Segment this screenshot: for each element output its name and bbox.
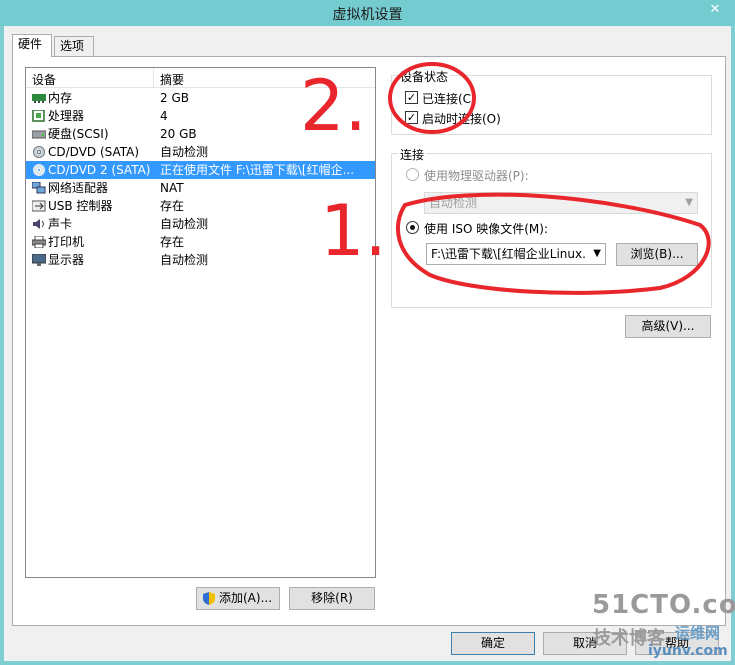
dialog-client: 硬件 选项 设备 摘要 内存 2 GB 处理器 4 硬盘(SCSI) 20 GB…	[4, 26, 731, 661]
column-device[interactable]: 设备	[32, 71, 56, 88]
list-header: 设备 摘要	[26, 68, 375, 88]
device-name: USB 控制器	[48, 199, 113, 213]
sound-card-icon	[33, 219, 44, 229]
device-name: 显示器	[48, 253, 85, 267]
physical-drive-radio[interactable]	[406, 168, 419, 181]
browse-button[interactable]: 浏览(B)...	[616, 243, 698, 266]
device-name: 内存	[48, 91, 73, 105]
iso-image-radio[interactable]	[406, 221, 419, 234]
chevron-down-icon: ▼	[593, 248, 601, 259]
network-adapter-icon	[32, 182, 46, 194]
device-summary: 20 GB	[160, 127, 197, 141]
usb-icon	[32, 200, 46, 212]
connection-title: 连接	[398, 146, 427, 163]
physical-drive-select[interactable]: 自动检测 ▼	[424, 192, 698, 214]
memory-icon	[32, 94, 46, 103]
add-button[interactable]: 添加(A)...	[196, 587, 280, 610]
connected-checkbox[interactable]: ✓	[405, 91, 418, 104]
device-row-cd-dvd[interactable]: CD/DVD (SATA) 自动检测	[26, 143, 375, 161]
device-row-network-adapter[interactable]: 网络适配器 NAT	[26, 179, 375, 197]
device-row-display[interactable]: 显示器 自动检测	[26, 251, 375, 269]
display-icon	[32, 254, 46, 266]
cd-dvd-icon	[33, 164, 45, 176]
physical-drive-label: 使用物理驱动器(P):	[424, 169, 529, 183]
title-bar: 虚拟机设置 ✕	[0, 0, 735, 26]
tab-options[interactable]: 选项	[54, 36, 94, 56]
device-summary: 4	[160, 109, 168, 123]
hard-disk-icon	[32, 130, 46, 139]
shield-icon	[203, 592, 215, 605]
column-summary[interactable]: 摘要	[160, 71, 184, 88]
device-row-sound-card[interactable]: 声卡 自动检测	[26, 215, 375, 233]
connected-label: 已连接(C)	[422, 92, 476, 106]
iso-image-path-select[interactable]: F:\迅雷下载\[红帽企业Linux. ▼	[426, 243, 606, 265]
hardware-panel: 设备 摘要 内存 2 GB 处理器 4 硬盘(SCSI) 20 GB CD/DV…	[12, 56, 726, 626]
chevron-down-icon: ▼	[685, 197, 693, 208]
window-title: 虚拟机设置	[332, 7, 403, 23]
ok-button[interactable]: 确定	[451, 632, 535, 655]
device-name: CD/DVD (SATA)	[48, 145, 140, 159]
device-status-title: 设备状态	[398, 68, 451, 85]
device-summary: 存在	[160, 235, 185, 249]
printer-icon	[32, 236, 46, 248]
iso-image-path-value: F:\迅雷下载\[红帽企业Linux.	[431, 247, 586, 261]
device-summary: 2 GB	[160, 91, 189, 105]
device-name: CD/DVD 2 (SATA)	[48, 163, 151, 177]
device-summary: 自动检测	[160, 253, 209, 267]
device-name: 打印机	[48, 235, 85, 249]
device-name: 处理器	[48, 109, 85, 123]
remove-button[interactable]: 移除(R)	[289, 587, 375, 610]
add-button-label: 添加(A)...	[219, 591, 273, 605]
physical-drive-value: 自动检测	[429, 196, 478, 210]
processor-icon	[32, 110, 45, 122]
device-row-usb[interactable]: USB 控制器 存在	[26, 197, 375, 215]
connect-at-power-on-label: 启动时连接(O)	[422, 112, 501, 126]
device-row-memory[interactable]: 内存 2 GB	[26, 89, 375, 107]
watermark-iyunv: iyunv.com	[648, 643, 728, 659]
advanced-button[interactable]: 高级(V)...	[625, 315, 711, 338]
device-summary: 自动检测	[160, 145, 209, 159]
device-summary: 自动检测	[160, 217, 209, 231]
connect-at-power-on-checkbox[interactable]: ✓	[405, 111, 418, 124]
device-name: 网络适配器	[48, 181, 109, 195]
device-name: 声卡	[48, 217, 73, 231]
device-summary: 正在使用文件 F:\迅雷下载\[红帽企...	[160, 163, 355, 177]
iso-image-label: 使用 ISO 映像文件(M):	[424, 222, 548, 236]
device-summary: 存在	[160, 199, 185, 213]
device-row-processor[interactable]: 处理器 4	[26, 107, 375, 125]
device-summary: NAT	[160, 181, 184, 195]
device-status-group: 设备状态 ✓ 已连接(C) ✓ 启动时连接(O)	[391, 68, 712, 135]
device-row-printer[interactable]: 打印机 存在	[26, 233, 375, 251]
close-button[interactable]: ✕	[701, 0, 729, 20]
column-divider[interactable]	[153, 68, 154, 88]
connection-group: 连接 使用物理驱动器(P): 自动检测 ▼ 使用 ISO 映像文件(M): F:…	[391, 146, 712, 308]
cd-dvd-icon	[33, 146, 45, 158]
device-list[interactable]: 设备 摘要 内存 2 GB 处理器 4 硬盘(SCSI) 20 GB CD/DV…	[25, 67, 376, 578]
device-name: 硬盘(SCSI)	[48, 127, 109, 141]
device-row-cd-dvd-2[interactable]: CD/DVD 2 (SATA) 正在使用文件 F:\迅雷下载\[红帽企...	[26, 161, 375, 179]
device-row-hard-disk[interactable]: 硬盘(SCSI) 20 GB	[26, 125, 375, 143]
tab-hardware[interactable]: 硬件	[12, 34, 52, 57]
watermark-51cto: 51CTO.com	[592, 590, 735, 620]
watermark-yunwei: 运维网	[675, 624, 721, 642]
